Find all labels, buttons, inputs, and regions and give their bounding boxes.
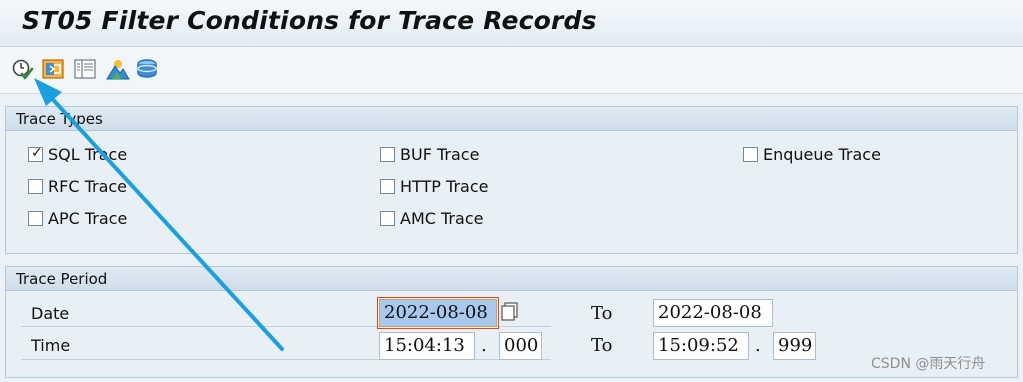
- date-from-input[interactable]: 2022-08-08: [377, 297, 499, 329]
- apc-trace-checkbox[interactable]: APC Trace: [28, 208, 127, 228]
- checkbox-label: Enqueue Trace: [763, 144, 881, 164]
- date-to-label: To: [591, 303, 613, 324]
- date-picker-button[interactable]: [501, 302, 519, 322]
- mountain-image-icon: [106, 60, 130, 80]
- title-bar: ST05 Filter Conditions for Trace Records: [0, 0, 1023, 47]
- checkbox-box[interactable]: ✓: [28, 144, 43, 162]
- checkmark-icon: ✓: [31, 144, 43, 161]
- load-variant-icon: [42, 59, 64, 79]
- database-button[interactable]: [135, 57, 159, 81]
- application-toolbar: [0, 47, 1023, 94]
- checkbox-box[interactable]: [743, 146, 758, 162]
- execute-icon: [12, 59, 34, 80]
- calendar-icon: [501, 302, 518, 321]
- enqueue-trace-checkbox[interactable]: Enqueue Trace: [743, 144, 881, 164]
- database-icon: [137, 59, 157, 78]
- checkbox-box[interactable]: [380, 210, 395, 226]
- checkbox-label: RFC Trace: [48, 176, 128, 196]
- page-title: ST05 Filter Conditions for Trace Records: [22, 6, 597, 35]
- time-to-label: To: [591, 335, 613, 356]
- date-label: Date: [31, 304, 70, 323]
- amc-trace-checkbox[interactable]: AMC Trace: [380, 208, 483, 228]
- columns-icon: [74, 59, 96, 79]
- checkbox-label: SQL Trace: [48, 144, 128, 164]
- checkbox-label: BUF Trace: [400, 144, 480, 164]
- checkbox-label: AMC Trace: [400, 208, 484, 228]
- time-separator: .: [481, 335, 487, 356]
- checkbox-box[interactable]: [380, 178, 395, 194]
- time-from-input[interactable]: 15:04:13: [379, 332, 475, 360]
- checkbox-box[interactable]: [28, 178, 43, 194]
- date-to-input[interactable]: 2022-08-08: [653, 299, 773, 327]
- time-to-input[interactable]: 15:09:52: [653, 332, 749, 360]
- display-columns-button[interactable]: [73, 57, 97, 81]
- trace-types-group: Trace Types ✓ SQL Trace BUF Trace Enqueu…: [5, 106, 1018, 254]
- time-label: Time: [31, 336, 71, 355]
- sql-trace-checkbox[interactable]: ✓ SQL Trace: [28, 144, 127, 164]
- trace-period-header: Trace Period: [6, 267, 1017, 291]
- checkbox-label: APC Trace: [48, 208, 128, 228]
- checkbox-box[interactable]: [28, 210, 43, 226]
- trace-types-header: Trace Types: [6, 107, 1017, 131]
- trace-types-title: Trace Types: [16, 110, 103, 128]
- checkbox-box[interactable]: [380, 146, 395, 162]
- load-variant-button[interactable]: [41, 57, 65, 81]
- checkbox-label: HTTP Trace: [400, 176, 489, 196]
- time-from-ms-input[interactable]: 000: [499, 332, 542, 360]
- time-to-ms-input[interactable]: 999: [773, 332, 816, 360]
- image-button[interactable]: [106, 57, 130, 81]
- execute-button[interactable]: [10, 57, 34, 81]
- time-separator: .: [755, 335, 761, 356]
- watermark: CSDN @雨天行舟: [871, 356, 986, 372]
- rfc-trace-checkbox[interactable]: RFC Trace: [28, 176, 127, 196]
- http-trace-checkbox[interactable]: HTTP Trace: [380, 176, 488, 196]
- trace-period-title: Trace Period: [16, 270, 108, 288]
- buf-trace-checkbox[interactable]: BUF Trace: [380, 144, 479, 164]
